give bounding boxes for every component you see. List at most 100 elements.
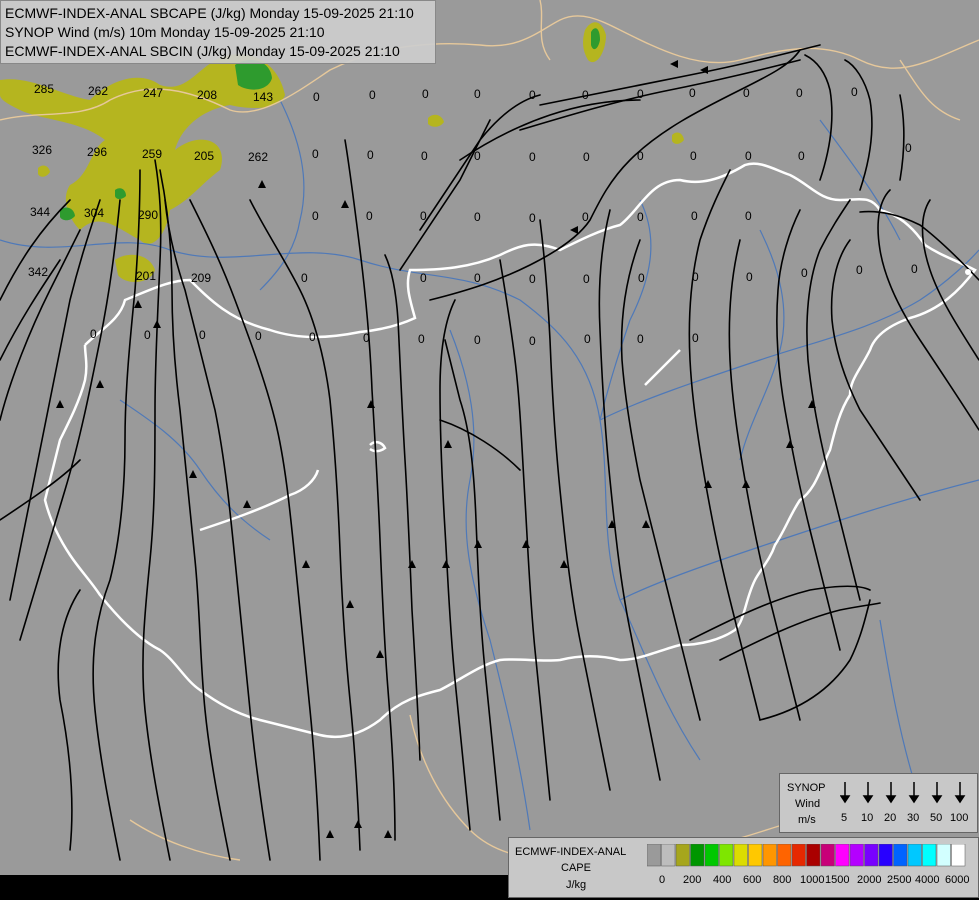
cape-swatch [864,844,879,867]
cin-value-label: 0 [743,86,750,100]
cape-tick-label: 800 [773,874,792,886]
cin-value-label: 0 [529,88,536,102]
wind-speed-label: 20 [884,812,897,824]
cape-swatch [849,844,864,867]
cin-value-label: 0 [691,209,698,223]
cape-color-scale [647,844,966,867]
cin-value-label: 209 [191,271,211,285]
cape-scale-ticks: 0 200 400 600 800 1000 1500 2000 2500 4000 6000 [647,874,977,890]
cape-swatch [907,844,922,867]
cape-swatch [762,844,777,867]
cin-value-label: 0 [583,150,590,164]
map-title-box: ECMWF-INDEX-ANAL SBCAPE (J/kg) Monday 15… [0,0,436,64]
cin-value-label: 342 [28,265,48,279]
cape-tick-label: 1500 [825,874,850,886]
cin-value-label: 0 [369,88,376,102]
cin-value-label: 0 [856,263,863,277]
cin-value-label: 0 [584,332,591,346]
cin-value-label: 262 [248,150,268,164]
cin-value-label: 326 [32,143,52,157]
cin-value-label: 0 [312,209,319,223]
cape-swatch [719,844,734,867]
cape-swatch [893,844,908,867]
cape-swatch [835,844,850,867]
cape-swatch [820,844,835,867]
cin-value-label: 0 [313,90,320,104]
cape-swatch [791,844,806,867]
cape-swatch [951,844,966,867]
cin-value-label: 0 [529,150,536,164]
cin-value-label: 0 [199,328,206,342]
synop-legend-subtitle: Wind [795,798,821,810]
cape-swatch [661,844,676,867]
cin-value-label: 296 [87,145,107,159]
cin-value-label: 0 [637,210,644,224]
cin-value-label: 0 [746,270,753,284]
cape-swatch [922,844,937,867]
synop-legend-unit: m/s [798,814,816,826]
cin-value-label: 0 [474,149,481,163]
cin-value-label: 0 [90,327,97,341]
cape-tick-label: 6000 [945,874,970,886]
synop-wind-legend: SYNOP Wind m/s 5 10 20 30 50 100 [779,773,978,833]
synop-legend-title: SYNOP [787,782,826,794]
cin-value-label: 0 [421,149,428,163]
cin-value-label: 0 [420,209,427,223]
cin-value-label: 0 [255,329,262,343]
cape-swatch [777,844,792,867]
cape-swatch [675,844,690,867]
cin-value-label: 0 [583,272,590,286]
cin-value-label: 143 [253,90,273,104]
cape-tick-label: 4000 [915,874,940,886]
cape-tick-label: 600 [743,874,762,886]
cin-value-label: 0 [474,210,481,224]
cin-value-label: 205 [194,149,214,163]
cin-value-label: 201 [136,269,156,283]
cin-value-label: 0 [529,334,536,348]
cin-value-label: 0 [851,85,858,99]
cape-swatch [690,844,705,867]
cin-value-label: 0 [637,149,644,163]
cape-tick-label: 400 [713,874,732,886]
cin-value-label: 0 [801,266,808,280]
title-line-cin: ECMWF-INDEX-ANAL SBCIN (J/kg) Monday 15-… [5,43,400,59]
cin-value-label: 0 [638,271,645,285]
cin-value-label: 0 [745,149,752,163]
wind-speed-label: 5 [841,812,848,824]
cin-value-label: 247 [143,86,163,100]
cape-legend-subtitle: CAPE [561,862,591,874]
cape-swatch [936,844,951,867]
cin-value-label: 0 [144,328,151,342]
cin-value-label: 0 [309,330,316,344]
cin-value-label: 0 [911,262,918,276]
wind-arrow-icons [840,782,966,804]
cin-value-label: 304 [84,206,104,220]
cin-value-label: 262 [88,84,108,98]
cape-swatch [806,844,821,867]
cape-swatch [878,844,893,867]
cin-value-label: 0 [363,331,370,345]
cape-tick-label: 2000 [857,874,882,886]
cin-value-label: 0 [418,332,425,346]
cape-legend-unit: J/kg [566,879,587,891]
cin-value-label: 0 [637,87,644,101]
cin-value-label: 208 [197,88,217,102]
cin-value-label: 0 [474,87,481,101]
cin-value-label: 0 [692,331,699,345]
station-marks [965,269,971,275]
cin-value-label: 0 [301,271,308,285]
wind-speed-label: 100 [950,812,969,824]
cape-swatch [733,844,748,867]
wind-speed-label: 10 [861,812,874,824]
cape-legend-title: ECMWF-INDEX-ANAL [515,846,627,858]
wind-speed-label: 50 [930,812,943,824]
cin-value-label: 0 [420,271,427,285]
wind-speed-label: 30 [907,812,920,824]
cape-tick-label: 2500 [887,874,912,886]
cin-value-label: 0 [690,149,697,163]
cape-swatch [748,844,763,867]
cin-value-label: 0 [905,141,912,155]
cin-value-label: 0 [798,149,805,163]
cin-value-label: 0 [529,272,536,286]
cin-value-label: 0 [366,209,373,223]
